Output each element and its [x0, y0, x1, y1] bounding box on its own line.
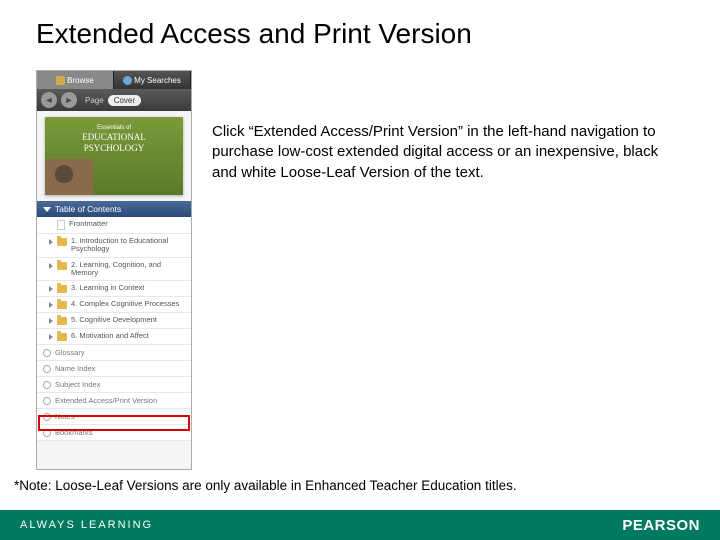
folder-icon	[57, 333, 67, 341]
toc-header[interactable]: Table of Contents	[37, 201, 191, 217]
back-button[interactable]: ◄	[41, 92, 57, 108]
toc-header-label: Table of Contents	[55, 204, 121, 214]
instruction-text: Click “Extended Access/Print Version” in…	[212, 70, 672, 183]
forward-button[interactable]: ►	[61, 92, 77, 108]
toc-item[interactable]: 6. Motivation and Affect	[37, 329, 191, 345]
link-label: Notes	[55, 412, 75, 421]
bullet-icon	[43, 381, 51, 389]
cover-title-1: EDUCATIONAL	[45, 133, 183, 142]
document-icon	[57, 220, 65, 230]
tab-bar: Browse My Searches	[37, 71, 191, 89]
chevron-right-icon	[49, 302, 53, 308]
tab-browse[interactable]: Browse	[37, 71, 114, 89]
chevron-right-icon	[49, 263, 53, 269]
page-title: Extended Access and Print Version	[0, 0, 720, 50]
link-extended-access[interactable]: Extended Access/Print Version	[37, 393, 191, 409]
tagline: ALWAYS LEARNING	[20, 519, 153, 531]
toc-item[interactable]: 1. Introduction to Educational Psycholog…	[37, 234, 191, 258]
toc-label: 4. Complex Cognitive Processes	[71, 300, 179, 308]
folder-icon	[57, 238, 67, 246]
search-icon	[123, 76, 132, 85]
tab-searches-label: My Searches	[134, 76, 181, 85]
folder-icon	[57, 285, 67, 293]
cover-pretitle: Essentials of	[45, 125, 183, 131]
app-screenshot: Browse My Searches ◄ ► Page Cover Essent…	[36, 70, 192, 470]
chevron-right-icon	[49, 286, 53, 292]
link-list: Glossary Name Index Subject Index Extend…	[37, 345, 191, 441]
toc-label: 2. Learning, Cognition, and Memory	[71, 261, 187, 278]
link-name-index[interactable]: Name Index	[37, 361, 191, 377]
toc-item[interactable]: 3. Learning in Context	[37, 281, 191, 297]
link-label: Extended Access/Print Version	[55, 396, 157, 405]
link-label: Bookmarks	[55, 428, 93, 437]
toc-list: Frontmatter 1. Introduction to Education…	[37, 217, 191, 345]
bullet-icon	[43, 365, 51, 373]
folder-icon	[57, 301, 67, 309]
bullet-icon	[43, 349, 51, 357]
tab-my-searches[interactable]: My Searches	[114, 71, 191, 89]
toc-label: 1. Introduction to Educational Psycholog…	[71, 237, 187, 254]
toc-item[interactable]: Frontmatter	[37, 217, 191, 234]
folder-icon	[57, 262, 67, 270]
toc-label: 6. Motivation and Affect	[71, 332, 149, 340]
bullet-icon	[43, 397, 51, 405]
chevron-right-icon	[49, 318, 53, 324]
toc-item[interactable]: 4. Complex Cognitive Processes	[37, 297, 191, 313]
footer-bar: ALWAYS LEARNING PEARSON	[0, 510, 720, 540]
link-notes[interactable]: Notes	[37, 409, 191, 425]
toc-label: 5. Cognitive Development	[71, 316, 157, 324]
toc-label: Frontmatter	[69, 220, 108, 228]
link-subject-index[interactable]: Subject Index	[37, 377, 191, 393]
tab-browse-label: Browse	[67, 76, 94, 85]
link-label: Name Index	[55, 364, 95, 373]
toc-label: 3. Learning in Context	[71, 284, 144, 292]
chevron-right-icon	[49, 239, 53, 245]
page-label: Page	[85, 96, 104, 105]
book-icon	[56, 76, 65, 85]
toc-item[interactable]: 5. Cognitive Development	[37, 313, 191, 329]
footnote: *Note: Loose-Leaf Versions are only avai…	[14, 478, 517, 493]
toolbar: ◄ ► Page Cover	[37, 89, 191, 111]
content-area: Browse My Searches ◄ ► Page Cover Essent…	[36, 70, 684, 470]
link-label: Subject Index	[55, 380, 100, 389]
cover-title-2: PSYCHOLOGY	[45, 144, 183, 153]
toc-item[interactable]: 2. Learning, Cognition, and Memory	[37, 258, 191, 282]
chevron-right-icon	[49, 334, 53, 340]
link-glossary[interactable]: Glossary	[37, 345, 191, 361]
book-cover: Essentials of EDUCATIONAL PSYCHOLOGY	[45, 117, 183, 195]
chevron-down-icon	[43, 207, 51, 212]
bullet-icon	[43, 429, 51, 437]
cover-photo	[45, 159, 93, 195]
link-label: Glossary	[55, 348, 85, 357]
bullet-icon	[43, 413, 51, 421]
page-field[interactable]: Cover	[108, 95, 141, 106]
link-bookmarks[interactable]: Bookmarks	[37, 425, 191, 441]
brand-logo: PEARSON	[622, 517, 700, 534]
folder-icon	[57, 317, 67, 325]
